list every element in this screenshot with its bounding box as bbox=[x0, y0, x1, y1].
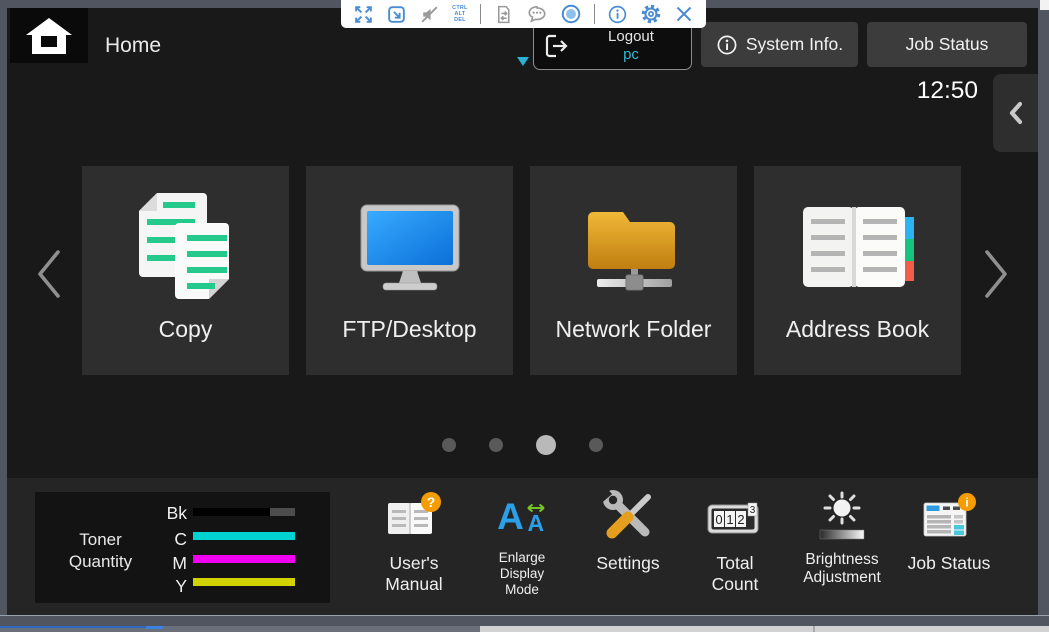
tile-network-folder[interactable]: Network Folder bbox=[530, 166, 737, 375]
toner-bar-bk bbox=[193, 508, 295, 516]
shortcut-job-status[interactable]: i Job Status bbox=[887, 486, 1011, 574]
carousel-prev-arrow[interactable] bbox=[35, 249, 63, 304]
tile-label: Copy bbox=[159, 316, 213, 343]
close-icon[interactable] bbox=[674, 4, 694, 24]
settings-gear-icon[interactable] bbox=[640, 3, 662, 25]
toner-label-c: C bbox=[153, 529, 187, 550]
remote-viewer-window: Home Logout pc System Info. Job Status bbox=[0, 0, 1049, 632]
shortcut-label: User'sManual bbox=[385, 553, 442, 595]
record-icon[interactable] bbox=[560, 3, 582, 25]
page-dot-1[interactable] bbox=[442, 438, 456, 452]
page-dot-4[interactable] bbox=[589, 438, 603, 452]
tile-label: Network Folder bbox=[556, 316, 712, 343]
taskbar-segment-light bbox=[480, 626, 1049, 632]
logout-button[interactable]: Logout pc bbox=[533, 21, 692, 70]
toner-bar-y bbox=[193, 578, 295, 586]
network-folder-icon bbox=[581, 200, 687, 296]
page-title: Home bbox=[105, 34, 161, 58]
window-frame-bottom bbox=[0, 615, 1049, 626]
page-dot-2[interactable] bbox=[489, 438, 503, 452]
ctrl-alt-del-button[interactable]: CTRL ALT DEL bbox=[452, 5, 467, 23]
copy-documents-icon bbox=[127, 191, 245, 305]
page-dot-3[interactable] bbox=[536, 435, 556, 455]
svg-text:i: i bbox=[965, 496, 968, 510]
desktop-monitor-icon bbox=[356, 203, 464, 293]
system-info-button[interactable]: System Info. bbox=[701, 22, 858, 67]
shortcut-label: Settings bbox=[596, 553, 659, 574]
shortcut-users-manual[interactable]: ? User'sManual bbox=[352, 486, 476, 595]
shortcut-label: TotalCount bbox=[712, 553, 759, 595]
svg-text:?: ? bbox=[427, 494, 436, 510]
chat-icon[interactable] bbox=[526, 3, 548, 25]
mfp-screen: Home Logout pc System Info. Job Status bbox=[7, 8, 1038, 615]
page-dots bbox=[7, 435, 1038, 455]
toner-bar-m bbox=[193, 555, 295, 563]
logout-icon bbox=[543, 33, 571, 59]
address-book-icon bbox=[797, 201, 919, 295]
shortcut-label: BrightnessAdjustment bbox=[803, 551, 881, 587]
home-badge[interactable] bbox=[10, 8, 88, 63]
shortcut-brightness-adjustment[interactable]: BrightnessAdjustment bbox=[780, 486, 904, 587]
taskbar-edge bbox=[0, 626, 1049, 632]
info-icon bbox=[716, 34, 738, 56]
tile-label: Address Book bbox=[786, 316, 929, 343]
taskbar-separator bbox=[813, 626, 815, 632]
tile-label: FTP/Desktop bbox=[342, 316, 476, 343]
clock: 12:50 bbox=[818, 77, 978, 105]
file-transfer-icon[interactable] bbox=[493, 4, 514, 25]
svg-text:1: 1 bbox=[726, 512, 733, 527]
svg-text:3: 3 bbox=[750, 505, 756, 516]
shortcut-total-count[interactable]: 0 1 2 3 TotalCount bbox=[673, 486, 797, 595]
toner-label-m: M bbox=[153, 553, 187, 574]
svg-text:2: 2 bbox=[737, 512, 744, 527]
frame-notch bbox=[1040, 0, 1049, 10]
settings-tools-icon bbox=[599, 488, 657, 546]
toner-label-bk: Bk bbox=[153, 503, 187, 524]
fullscreen-icon[interactable] bbox=[353, 4, 374, 25]
toner-title: Toner Quantity bbox=[43, 529, 158, 573]
home-icon bbox=[25, 17, 73, 55]
tile-address-book[interactable]: Address Book bbox=[754, 166, 961, 375]
system-info-label: System Info. bbox=[746, 34, 843, 55]
shortcut-label: EnlargeDisplayMode bbox=[499, 550, 546, 598]
job-status-button[interactable]: Job Status bbox=[867, 22, 1027, 67]
logged-in-user: pc bbox=[571, 46, 691, 64]
toolbar-collapse-arrow[interactable] bbox=[517, 57, 529, 66]
chevron-left-icon bbox=[35, 249, 63, 299]
taskbar-underline-highlight bbox=[146, 626, 163, 629]
shortcut-label: Job Status bbox=[908, 553, 991, 574]
chevron-left-icon bbox=[1008, 101, 1024, 125]
viewer-toolbar: CTRL ALT DEL bbox=[341, 0, 706, 28]
svg-text:0: 0 bbox=[715, 512, 722, 527]
toner-bar-c bbox=[193, 532, 295, 540]
chevron-right-icon bbox=[982, 249, 1010, 299]
users-manual-icon: ? bbox=[385, 491, 443, 543]
logout-label: Logout bbox=[571, 28, 691, 46]
panel-collapse-tab[interactable] bbox=[993, 74, 1038, 152]
toner-label-y: Y bbox=[153, 576, 187, 597]
taskbar-active-underline bbox=[0, 626, 163, 632]
carousel-next-arrow[interactable] bbox=[982, 249, 1010, 304]
toner-quantity-panel: Toner Quantity Bk C M Y bbox=[35, 492, 330, 603]
job-status-label: Job Status bbox=[906, 34, 989, 55]
shortcut-settings[interactable]: Settings bbox=[566, 486, 690, 574]
total-count-icon: 0 1 2 3 bbox=[707, 497, 763, 537]
taskbar-segment bbox=[163, 626, 480, 632]
brightness-icon bbox=[810, 490, 874, 544]
toolbar-separator bbox=[480, 4, 481, 24]
tile-copy[interactable]: Copy bbox=[82, 166, 289, 375]
job-status-list-icon: i bbox=[922, 493, 976, 541]
audio-muted-icon[interactable] bbox=[419, 4, 440, 25]
enlarge-display-icon: A A bbox=[497, 500, 547, 534]
toolbar-separator bbox=[594, 4, 595, 24]
tile-ftp-desktop[interactable]: FTP/Desktop bbox=[306, 166, 513, 375]
info-icon[interactable] bbox=[607, 4, 628, 25]
scale-window-icon[interactable] bbox=[386, 4, 407, 25]
